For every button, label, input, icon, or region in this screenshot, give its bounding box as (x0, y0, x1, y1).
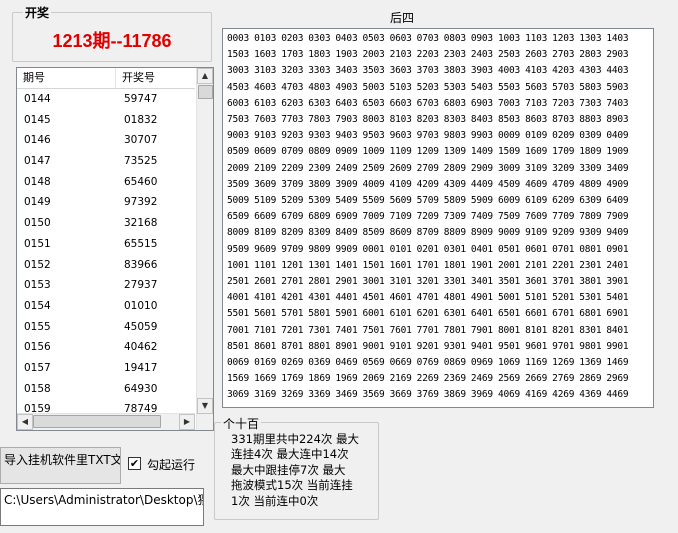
stats-line: 最大中跟挂停7次 最大 (231, 462, 346, 477)
scroll-left-icon[interactable]: ◀ (17, 414, 33, 430)
scroll-up-icon[interactable]: ▲ (197, 68, 213, 84)
period-cell: 0144 (24, 93, 51, 105)
scroll-right-icon[interactable]: ▶ (179, 414, 195, 430)
list-row[interactable]: 0144 59747 (17, 89, 195, 110)
list-row[interactable]: 0153 27937 (17, 275, 195, 296)
stats-group-title: 个十百 (221, 415, 262, 432)
vertical-scrollbar[interactable]: ▲ ▼ (196, 68, 213, 430)
period-cell: 0156 (24, 341, 51, 354)
period-cell: 0158 (24, 382, 51, 395)
draw-result-text: 1213期--11786 (52, 31, 172, 51)
period-cell: 0155 (24, 320, 51, 333)
period-cell: 0154 (24, 299, 51, 312)
list-row[interactable]: 0158 64930 (17, 379, 195, 400)
run-checkbox[interactable]: ✔ (128, 457, 141, 470)
issue-list-rows: 0144 59747 0145 01832 0146 30707 0147 73525 0148… (17, 89, 195, 430)
list-row[interactable]: 0147 73525 (17, 151, 195, 172)
horizontal-scroll-thumb[interactable] (33, 415, 161, 428)
last-four-label: 后四 (390, 11, 415, 25)
issue-list-header: 期号 开奖号 (17, 68, 195, 89)
period-cell: 0152 (24, 258, 51, 271)
number-cell: 83966 (124, 258, 158, 271)
run-checkbox-label[interactable]: 勾起运行 (147, 456, 195, 473)
import-txt-button[interactable]: 导入挂机软件里TXT文本 (0, 447, 121, 484)
period-cell: 0150 (24, 217, 51, 230)
column-header-period[interactable]: 期号 (17, 68, 116, 88)
horizontal-scrollbar[interactable]: ◀ ▶ (17, 413, 195, 430)
list-row[interactable]: 0155 45059 (17, 317, 195, 338)
number-cell: 27937 (124, 279, 158, 292)
list-row[interactable]: 0152 83966 (17, 255, 195, 276)
number-cell: 65515 (124, 237, 158, 250)
number-cell: 40462 (124, 341, 158, 354)
number-cell: 32168 (124, 217, 158, 230)
period-cell: 0157 (24, 361, 51, 374)
vertical-scroll-thumb[interactable] (198, 85, 213, 99)
number-cell: 73525 (124, 155, 158, 168)
number-cell: 97392 (124, 196, 158, 209)
stats-line: 拖波模式15次 当前连挂 (231, 478, 353, 493)
stats-text: 331期里共中224次 最大 连挂4次 最大连中14次 最大中跟挂停7次 最大 … (231, 432, 377, 509)
list-row[interactable]: 0149 97392 (17, 192, 195, 213)
draw-result-group-title: 开奖 (23, 4, 52, 21)
period-cell: 0146 (24, 134, 51, 147)
number-cell: 19417 (124, 361, 158, 374)
number-cell: 30707 (124, 134, 158, 147)
stats-line: 331期里共中224次 最大 (231, 432, 360, 446)
stats-line: 连挂4次 最大连中14次 (231, 447, 349, 462)
list-row[interactable]: 0156 40462 (17, 337, 195, 358)
number-cell: 64930 (124, 382, 158, 395)
number-cell: 01010 (124, 299, 158, 312)
number-cell: 01832 (124, 113, 158, 126)
list-row[interactable]: 0154 01010 (17, 296, 195, 317)
period-cell: 0149 (24, 196, 51, 209)
period-cell: 0148 (24, 175, 51, 188)
file-path-field[interactable]: C:\Users\Administrator\Desktop\猥猪在 (0, 488, 204, 526)
period-cell: 0145 (24, 113, 51, 126)
draw-result-group: 开奖 1213期--11786 (12, 4, 212, 62)
last-four-numbers: 0003 0103 0203 0303 0403 0503 0603 0703 … (227, 33, 629, 407)
period-cell: 0151 (24, 237, 51, 250)
list-row[interactable]: 0151 65515 (17, 234, 195, 255)
number-cell: 65460 (124, 175, 158, 188)
list-row[interactable]: 0157 19417 (17, 358, 195, 379)
stats-line: 1次 当前连中0次 (231, 493, 319, 508)
list-row[interactable]: 0145 01832 (17, 110, 195, 131)
period-cell: 0147 (24, 155, 51, 168)
scroll-down-icon[interactable]: ▼ (197, 398, 213, 414)
stats-group: 个十百 331期里共中224次 最大 连挂4次 最大连中14次 最大中跟挂停7次… (214, 415, 379, 520)
list-row[interactable]: 0146 30707 (17, 130, 195, 151)
number-cell: 45059 (124, 320, 158, 333)
number-cell: 59747 (124, 93, 158, 105)
list-row[interactable]: 0148 65460 (17, 172, 195, 193)
list-row[interactable]: 0150 32168 (17, 213, 195, 234)
last-four-textbox[interactable]: 0003 0103 0203 0303 0403 0503 0603 0703 … (222, 28, 654, 408)
issue-list[interactable]: 期号 开奖号 0144 59747 0145 01832 0146 30707 0147 73… (16, 67, 214, 431)
period-cell: 0153 (24, 279, 51, 292)
column-header-number[interactable]: 开奖号 (116, 68, 194, 88)
